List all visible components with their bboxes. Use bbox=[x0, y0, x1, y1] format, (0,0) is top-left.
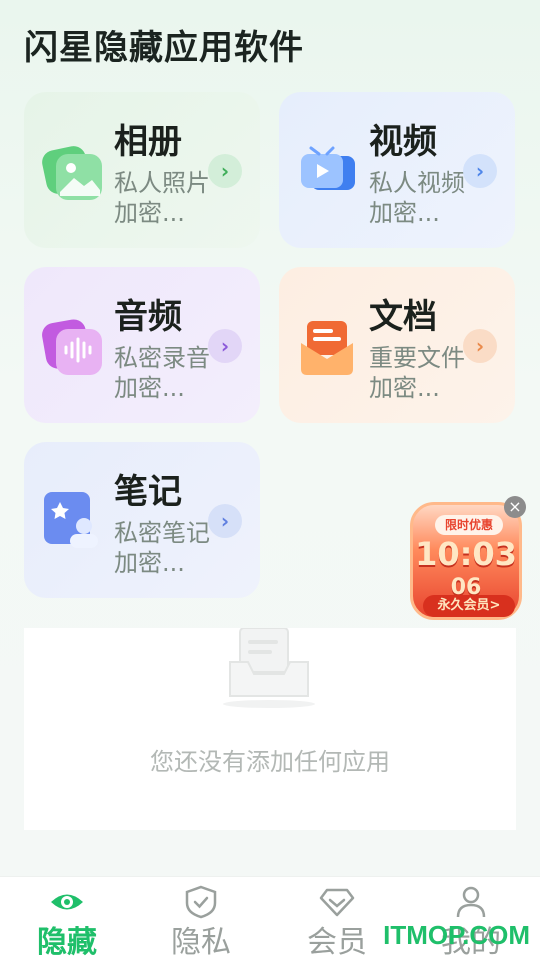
promo-badge[interactable]: 限时优惠 10:03 06 永久会员> bbox=[410, 502, 522, 620]
chevron-right-icon[interactable]: › bbox=[208, 329, 242, 363]
shield-check-icon bbox=[183, 885, 219, 919]
empty-inbox-icon bbox=[214, 627, 324, 708]
close-icon[interactable]: × bbox=[504, 496, 526, 518]
card-note[interactable]: 笔记 私密笔记加密... › bbox=[24, 442, 260, 598]
tab-privacy[interactable]: 隐私 bbox=[134, 877, 268, 960]
promo-floating-badge[interactable]: 限时优惠 10:03 06 永久会员> × bbox=[404, 496, 528, 626]
tab-label: 隐私 bbox=[171, 925, 231, 960]
card-subtitle: 私人照片加密... bbox=[114, 169, 210, 227]
watermark: ITMOP.COM bbox=[383, 920, 530, 950]
note-book-icon bbox=[42, 490, 108, 556]
chevron-right-icon[interactable]: › bbox=[463, 329, 497, 363]
chevron-right-icon[interactable]: › bbox=[208, 154, 242, 188]
card-subtitle: 私密笔记加密... bbox=[114, 519, 210, 577]
promo-countdown: 10:03 bbox=[415, 535, 517, 573]
diamond-icon bbox=[319, 885, 355, 919]
audio-waveform-icon bbox=[42, 315, 108, 381]
video-tv-icon bbox=[297, 140, 363, 206]
card-video[interactable]: 视频 私人视频加密... › bbox=[279, 92, 515, 248]
chevron-right-icon[interactable]: › bbox=[208, 504, 242, 538]
user-icon bbox=[453, 885, 489, 919]
empty-state-panel: 您还没有添加任何应用 bbox=[24, 627, 516, 830]
promo-tag: 限时优惠 bbox=[435, 515, 503, 535]
card-title: 相册 bbox=[114, 122, 182, 162]
eye-icon bbox=[49, 885, 85, 919]
photo-album-icon bbox=[42, 140, 108, 206]
promo-vip-button[interactable]: 永久会员> bbox=[423, 595, 515, 617]
card-title: 音频 bbox=[114, 297, 182, 337]
empty-state-text: 您还没有添加任何应用 bbox=[150, 748, 390, 776]
card-title: 笔记 bbox=[114, 472, 182, 512]
document-envelope-icon bbox=[297, 315, 363, 381]
card-title: 文档 bbox=[369, 297, 437, 337]
card-subtitle: 私密录音加密... bbox=[114, 344, 210, 402]
card-subtitle: 私人视频加密... bbox=[369, 169, 465, 227]
chevron-right-icon[interactable]: › bbox=[463, 154, 497, 188]
tab-hide[interactable]: 隐藏 bbox=[0, 877, 134, 960]
card-subtitle: 重要文件加密... bbox=[369, 344, 465, 402]
card-document[interactable]: 文档 重要文件加密... › bbox=[279, 267, 515, 423]
card-title: 视频 bbox=[369, 122, 437, 162]
page-title: 闪星隐藏应用软件 bbox=[24, 28, 304, 68]
tab-label: 隐藏 bbox=[37, 925, 97, 960]
card-audio[interactable]: 音频 私密录音加密... › bbox=[24, 267, 260, 423]
card-album[interactable]: 相册 私人照片加密... › bbox=[24, 92, 260, 248]
